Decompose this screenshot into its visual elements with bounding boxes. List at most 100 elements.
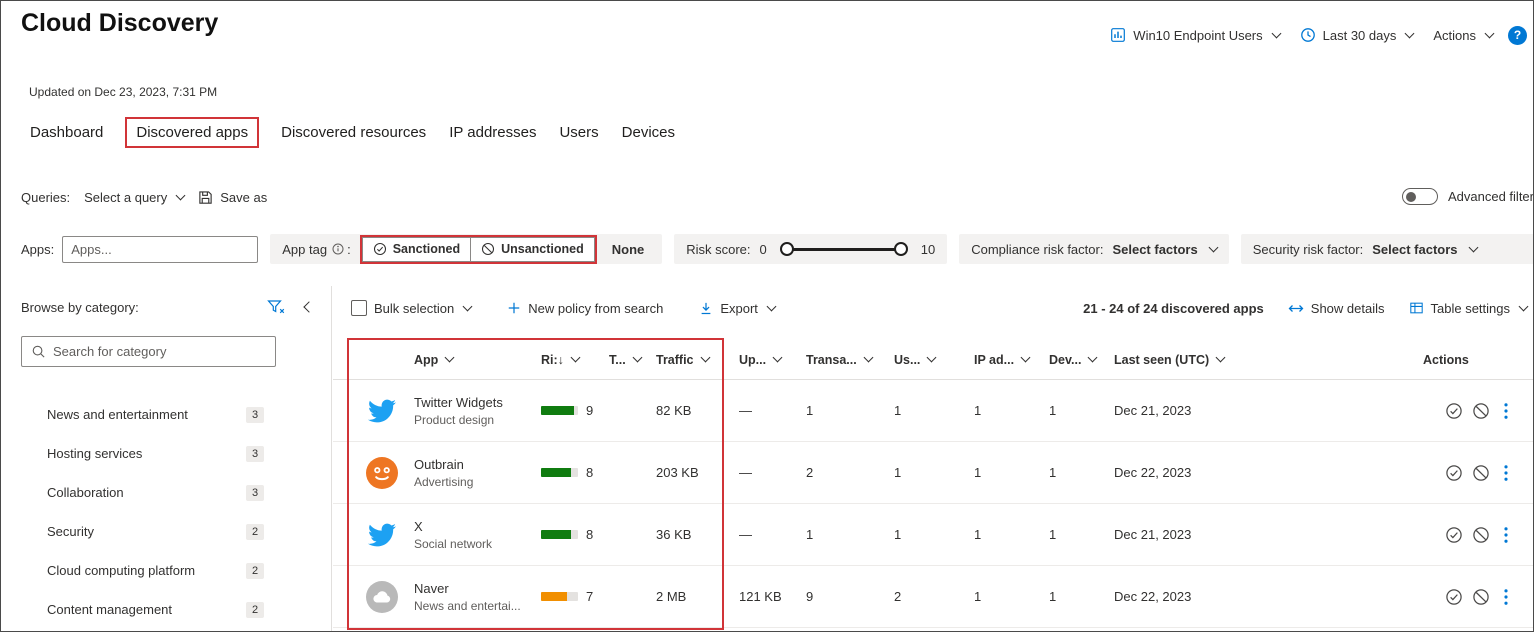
tab-users[interactable]: Users — [558, 117, 599, 148]
sanction-action-icon[interactable] — [1445, 402, 1463, 420]
sidebar-item-collaboration[interactable]: Collaboration 3 — [1, 473, 330, 512]
save-as-button[interactable]: Save as — [198, 190, 267, 205]
app-name[interactable]: Outbrain — [414, 457, 541, 472]
category-label: News and entertainment — [47, 407, 188, 422]
more-actions-icon[interactable] — [1499, 464, 1513, 482]
sanction-action-icon[interactable] — [1445, 526, 1463, 544]
table-row[interactable]: Naver News and entertai... 7 2 MB 121 KB 9 2 1 1… — [333, 566, 1533, 628]
more-actions-icon[interactable] — [1499, 526, 1513, 544]
tab-devices[interactable]: Devices — [621, 117, 676, 148]
sanction-action-icon[interactable] — [1445, 588, 1463, 606]
table-row[interactable]: Twitter Widgets Product design 9 82 KB — 1 1 1 1… — [333, 380, 1533, 442]
column-header-dev[interactable]: Dev... — [1049, 353, 1114, 367]
category-search-box — [21, 336, 276, 367]
risk-score-slider[interactable] — [779, 242, 908, 257]
risk-score-value: 8 — [586, 465, 594, 480]
category-search-input[interactable] — [53, 344, 266, 359]
none-filter-button[interactable]: None — [606, 242, 651, 257]
sidebar-item-hosting-services[interactable]: Hosting services 3 — [1, 434, 330, 473]
sanctioned-label: Sanctioned — [392, 242, 461, 256]
clear-filters-icon[interactable] — [267, 299, 285, 315]
column-header-actions[interactable]: Actions — [1423, 353, 1533, 367]
new-policy-button[interactable]: New policy from search — [507, 301, 663, 316]
app-cell[interactable]: Naver News and entertai... — [414, 581, 541, 613]
column-header-app[interactable]: App — [414, 353, 541, 367]
slider-min-handle[interactable] — [779, 242, 794, 256]
users-cell: 2 — [894, 589, 902, 604]
app-name[interactable]: X — [414, 519, 541, 534]
unsanctioned-icon — [481, 242, 495, 256]
risk-bar — [541, 530, 578, 539]
sidebar-item-content-management[interactable]: Content management 2 — [1, 590, 330, 629]
chevron-down-icon — [1484, 28, 1495, 38]
help-icon[interactable]: ? — [1508, 25, 1527, 45]
table-toolbar: Bulk selection New policy from search Ex… — [351, 295, 1529, 321]
table-row[interactable]: X Social network 8 36 KB — 1 1 1 1 Dec 21, 2023 — [333, 504, 1533, 566]
tab-discovered-resources[interactable]: Discovered resources — [280, 117, 427, 148]
collapse-sidebar-icon[interactable] — [303, 301, 315, 313]
risk-min-value: 0 — [759, 241, 767, 257]
app-cell[interactable]: X Social network — [414, 519, 541, 551]
slider-max-handle[interactable] — [893, 242, 908, 256]
apps-input[interactable] — [62, 235, 259, 263]
column-header-traffic[interactable]: Traffic — [656, 353, 739, 367]
row-actions — [1423, 526, 1533, 544]
actions-label: Actions — [1433, 27, 1476, 43]
tab-dashboard[interactable]: Dashboard — [29, 117, 104, 148]
time-range-selector[interactable]: Last 30 days — [1291, 23, 1423, 47]
unsanction-action-icon[interactable] — [1472, 464, 1490, 482]
unsanction-action-icon[interactable] — [1472, 526, 1490, 544]
app-name[interactable]: Naver — [414, 581, 541, 596]
show-details-button[interactable]: Show details — [1288, 301, 1385, 316]
export-dropdown[interactable]: Export — [699, 301, 777, 316]
advanced-filter-group: Advanced filters — [1402, 188, 1533, 205]
report-icon — [1110, 27, 1126, 43]
column-header-transa[interactable]: Transa... — [806, 353, 894, 367]
chevron-down-icon — [462, 301, 473, 311]
tab-discovered-apps[interactable]: Discovered apps — [125, 117, 260, 148]
table-row[interactable]: Outbrain Advertising 8 203 KB — 2 1 1 1 Dec 22, 2… — [333, 442, 1533, 504]
risk-bar-fill — [541, 530, 571, 539]
column-header-ri[interactable]: Ri:↓ — [541, 353, 609, 367]
unsanction-action-icon[interactable] — [1472, 402, 1490, 420]
column-header-up[interactable]: Up... — [739, 353, 806, 367]
sidebar-item-cloud-computing-platform[interactable]: Cloud computing platform 2 — [1, 551, 330, 590]
app-cell[interactable]: Outbrain Advertising — [414, 457, 541, 489]
transactions-cell: 9 — [806, 589, 814, 604]
column-header-t[interactable]: T... — [609, 353, 656, 367]
page-title: Cloud Discovery — [21, 9, 219, 37]
select-query-dropdown[interactable]: Select a query — [84, 190, 186, 205]
outbrain-icon — [366, 456, 398, 489]
tab-bar: Dashboard Discovered apps Discovered resou… — [29, 117, 676, 148]
tab-ip-addresses[interactable]: IP addresses — [448, 117, 537, 148]
bulk-selection-checkbox[interactable] — [351, 300, 367, 316]
risk-score-value: 9 — [586, 403, 594, 418]
chevron-down-icon — [926, 352, 937, 363]
more-actions-icon[interactable] — [1499, 402, 1513, 420]
risk-score-cell: 8 — [541, 527, 609, 542]
security-risk-filter[interactable]: Security risk factor: Select factors — [1240, 234, 1533, 264]
app-cell[interactable]: Twitter Widgets Product design — [414, 395, 541, 427]
info-icon[interactable] — [332, 243, 344, 255]
table-settings-dropdown[interactable]: Table settings — [1409, 301, 1529, 316]
app-name[interactable]: Twitter Widgets — [414, 395, 541, 410]
bulk-selection-dropdown[interactable]: Bulk selection — [351, 300, 473, 316]
column-header-ip-ad[interactable]: IP ad... — [974, 353, 1049, 367]
sidebar-item-security[interactable]: Security 2 — [1, 512, 330, 551]
column-header-us[interactable]: Us... — [894, 353, 974, 367]
discovered-apps-table: App Ri:↓ T... Traffic Up... Transa... Us... IP … — [333, 338, 1533, 630]
unsanctioned-filter-button[interactable]: Unsanctioned — [470, 236, 595, 262]
column-header-last-seen-utc[interactable]: Last seen (UTC) — [1114, 353, 1423, 367]
risk-bar — [541, 468, 578, 477]
more-actions-icon[interactable] — [1499, 588, 1513, 606]
sanctioned-filter-button[interactable]: Sanctioned — [361, 236, 472, 262]
chevron-down-icon — [1404, 28, 1415, 38]
actions-menu-button[interactable]: Actions — [1424, 24, 1502, 47]
category-label: Collaboration — [47, 485, 124, 500]
stream-selector[interactable]: Win10 Endpoint Users — [1101, 23, 1288, 47]
sidebar-item-news-and-entertainment[interactable]: News and entertainment 3 — [1, 395, 330, 434]
advanced-filter-toggle[interactable] — [1402, 188, 1438, 205]
compliance-risk-filter[interactable]: Compliance risk factor: Select factors — [959, 234, 1229, 264]
sanction-action-icon[interactable] — [1445, 464, 1463, 482]
unsanction-action-icon[interactable] — [1472, 588, 1490, 606]
